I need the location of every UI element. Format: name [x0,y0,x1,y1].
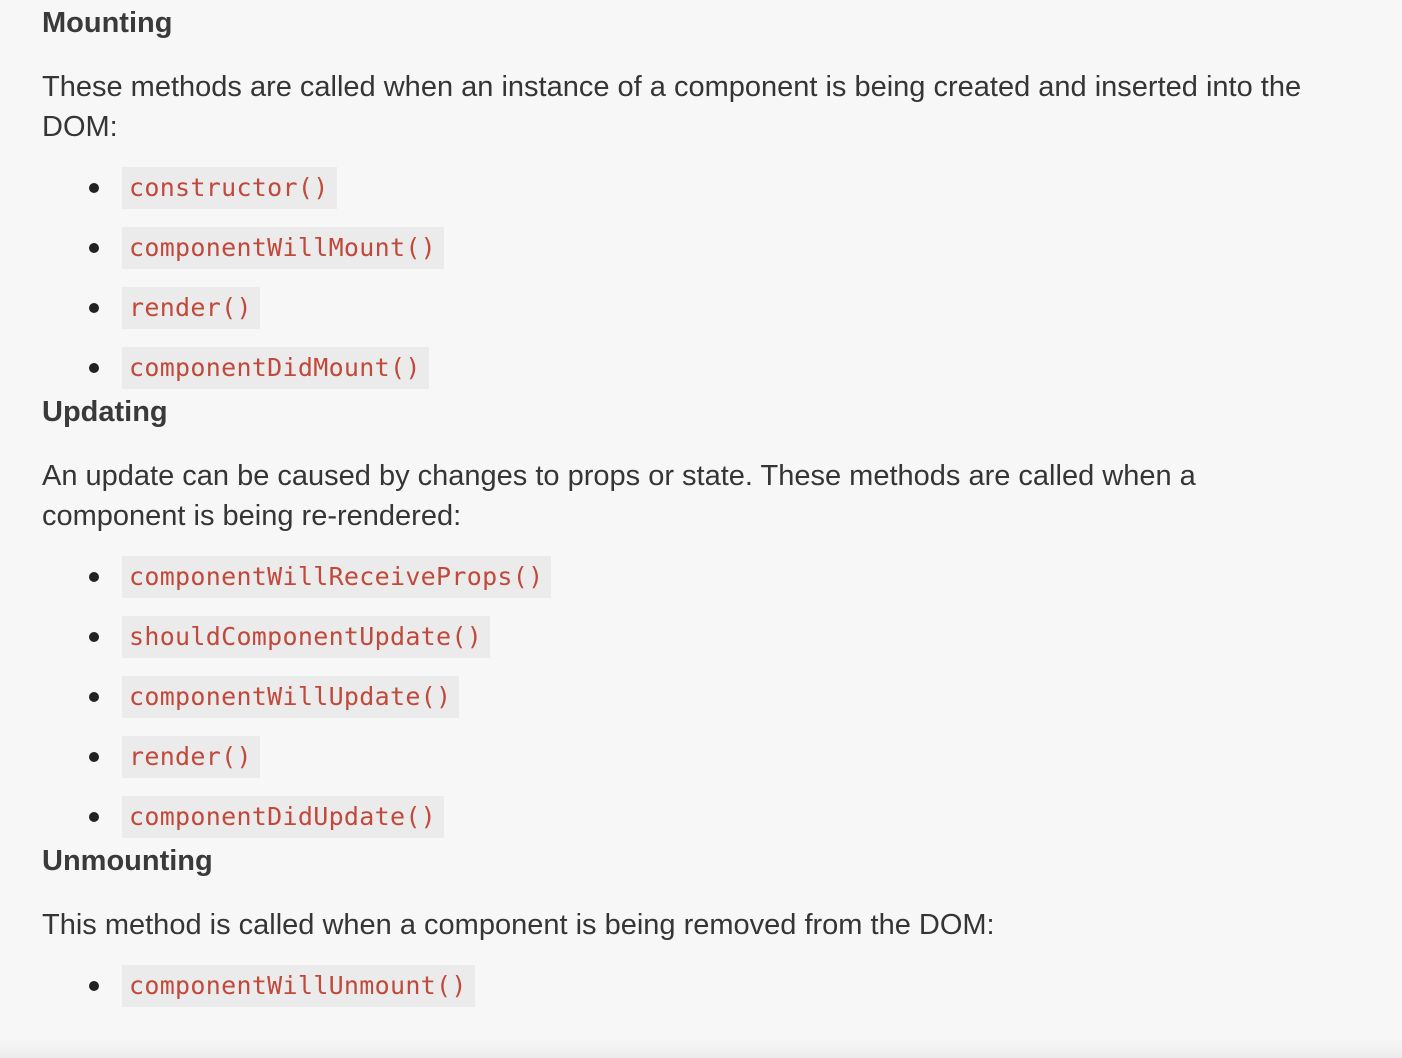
method-code: componentWillMount() [122,227,445,269]
bullet-icon [89,812,99,822]
updating-section: Updating An update can be caused by chan… [42,389,1372,838]
bullet-icon [89,692,99,702]
list-item: componentWillReceiveProps() [42,556,1372,598]
mounting-heading: Mounting [42,7,173,39]
method-code: componentDidUpdate() [122,796,445,838]
list-item: componentWillMount() [42,227,1372,269]
list-item: componentDidUpdate() [42,796,1372,838]
mounting-method-list: constructor() componentWillMount() rende… [42,167,1372,389]
list-item: componentWillUnmount() [42,965,1372,1007]
method-code: render() [122,736,260,778]
unmounting-heading: Unmounting [42,845,213,877]
bullet-icon [89,572,99,582]
method-code: shouldComponentUpdate() [122,616,491,658]
method-code: componentWillUpdate() [122,676,460,718]
docs-content: Mounting These methods are called when a… [42,0,1372,1025]
bullet-icon [89,981,99,991]
method-code: componentWillReceiveProps() [122,556,552,598]
updating-description: An update can be caused by changes to pr… [42,460,1196,532]
updating-method-list: componentWillReceiveProps() shouldCompon… [42,556,1372,838]
list-item: shouldComponentUpdate() [42,616,1372,658]
unmounting-description: This method is called when a component i… [42,909,995,941]
mounting-description: These methods are called when an instanc… [42,71,1302,143]
list-item: constructor() [42,167,1372,209]
method-code: componentDidMount() [122,347,429,389]
mounting-section: Mounting These methods are called when a… [42,0,1372,389]
bullet-icon [89,303,99,313]
updating-heading: Updating [42,396,168,428]
list-item: render() [42,736,1372,778]
bullet-icon [89,632,99,642]
unmounting-method-list: componentWillUnmount() [42,965,1372,1007]
list-item: componentWillUpdate() [42,676,1372,718]
bottom-fade [0,1038,1402,1058]
bullet-icon [89,363,99,373]
list-item: componentDidMount() [42,347,1372,389]
method-code: render() [122,287,260,329]
unmounting-section: Unmounting This method is called when a … [42,838,1372,1007]
method-code: componentWillUnmount() [122,965,475,1007]
bullet-icon [89,243,99,253]
bullet-icon [89,752,99,762]
list-item: render() [42,287,1372,329]
bullet-icon [89,183,99,193]
method-code: constructor() [122,167,337,209]
